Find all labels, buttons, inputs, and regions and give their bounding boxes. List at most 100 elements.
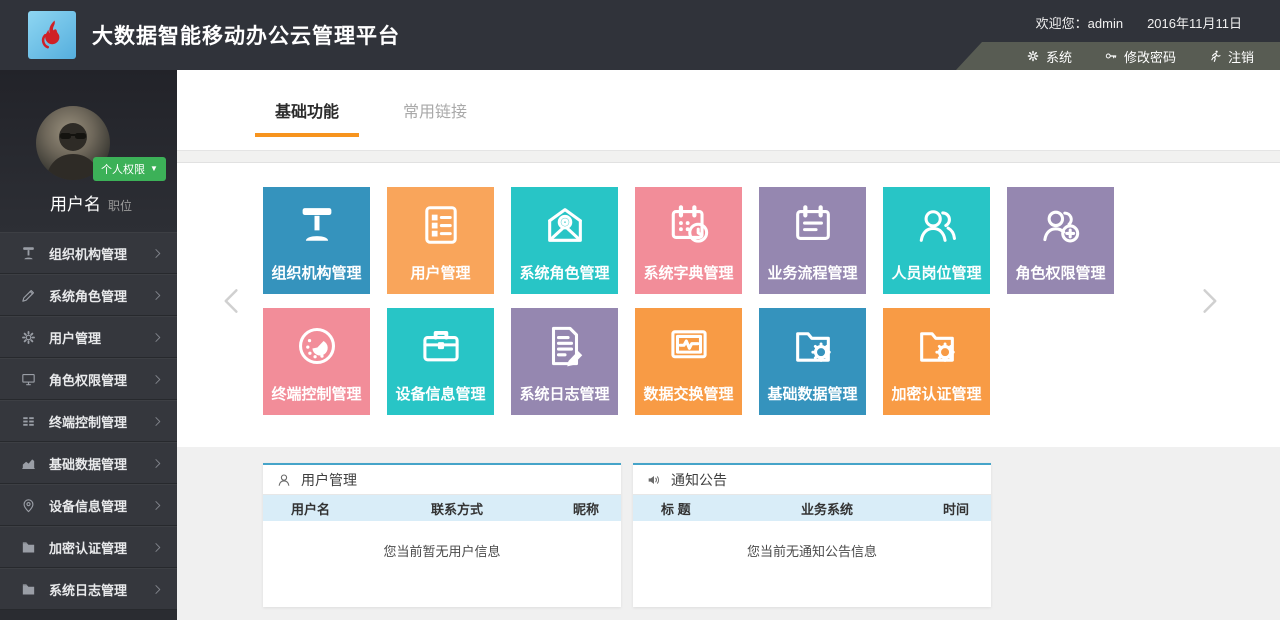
welcome-user-text: 欢迎您：admin: [1036, 13, 1123, 32]
feature-tile[interactable]: 人员岗位管理: [883, 187, 990, 294]
table-header-row: 标 题 业务系统 时间: [633, 495, 991, 521]
tile-label: 数据交换管理: [643, 383, 733, 404]
tile-icon: [418, 202, 464, 248]
header-action-icon: [1026, 49, 1040, 63]
tile-icon: [418, 323, 464, 369]
tab-label: 常用链接: [403, 98, 467, 122]
notice-panel: 通知公告 标 题 业务系统 时间 您当前无通知公告信息: [633, 463, 991, 607]
header-action-button[interactable]: 注销: [1208, 47, 1254, 66]
sidebar-menu-item[interactable]: 角色权限管理: [0, 358, 177, 400]
app-title: 大数据智能移动办公云管理平台: [92, 0, 400, 70]
feature-tile[interactable]: 角色权限管理: [1007, 187, 1114, 294]
panel-title: 用户管理: [301, 470, 357, 490]
header-action-label: 系统: [1046, 47, 1072, 66]
menu-item-icon: [20, 539, 37, 556]
menu-item-label: 角色权限管理: [49, 370, 152, 389]
tile-grid: 组织机构管理 用户管理 系统角色管理 系统字典管理 业务流程管理: [263, 187, 1114, 415]
tile-label: 系统日志管理: [519, 383, 609, 404]
tile-icon: [914, 323, 960, 369]
user-role: 职位: [108, 197, 132, 214]
chevron-right-icon: [152, 290, 163, 301]
tile-label: 用户管理: [410, 262, 470, 283]
panel-title: 通知公告: [671, 470, 727, 490]
feature-tile[interactable]: 系统角色管理: [511, 187, 618, 294]
bottom-section: 用户管理 用户名 联系方式 昵称 您当前暂无用户信息 通知公告 标 题: [177, 447, 1280, 620]
column-header: 业务系统: [749, 499, 905, 518]
feature-tile[interactable]: 终端控制管理: [263, 308, 370, 415]
tab-label: 基础功能: [275, 98, 339, 122]
sidebar-menu: 组织机构管理 系统角色管理 用户管理 角色权限管理 终端控制管理: [0, 232, 177, 610]
profile-section: 个人权限 ▼ 用户名 职位: [0, 70, 177, 232]
tab[interactable]: 基础功能: [275, 70, 339, 150]
tab-bar: 基础功能 常用链接: [177, 70, 1280, 150]
menu-item-label: 用户管理: [49, 328, 152, 347]
panel-header: 通知公告: [633, 465, 991, 495]
app-logo-flame-icon: [28, 11, 76, 59]
tab[interactable]: 常用链接: [403, 70, 467, 150]
menu-item-label: 系统角色管理: [49, 286, 152, 305]
header-action-icon: [1208, 49, 1222, 63]
tile-icon: [666, 202, 712, 248]
feature-tile[interactable]: 数据交换管理: [635, 308, 742, 415]
feature-tile[interactable]: 业务流程管理: [759, 187, 866, 294]
divider-strip: [177, 150, 1280, 163]
menu-item-icon: [20, 413, 37, 430]
username: 用户名: [50, 190, 101, 215]
menu-item-label: 基础数据管理: [49, 454, 152, 473]
feature-tile[interactable]: 系统日志管理: [511, 308, 618, 415]
sidebar-menu-item[interactable]: 系统角色管理: [0, 274, 177, 316]
menu-item-icon: [20, 581, 37, 598]
tile-label: 终端控制管理: [271, 383, 361, 404]
sidebar-menu-item[interactable]: 组织机构管理: [0, 232, 177, 274]
tile-icon: [914, 202, 960, 248]
tile-label: 基础数据管理: [767, 383, 857, 404]
feature-tile[interactable]: 组织机构管理: [263, 187, 370, 294]
header-action-button[interactable]: 系统: [1026, 47, 1072, 66]
menu-item-icon: [20, 497, 37, 514]
tile-icon: [542, 323, 588, 369]
panel-header: 用户管理: [263, 465, 621, 495]
header-actions-bar: 系统 修改密码 注销: [956, 42, 1280, 70]
tile-label: 系统字典管理: [643, 262, 733, 283]
table-body: 您当前无通知公告信息: [633, 521, 991, 560]
feature-tile[interactable]: 设备信息管理: [387, 308, 494, 415]
tile-label: 组织机构管理: [271, 262, 361, 283]
tile-icon: [294, 202, 340, 248]
carousel-next-button chevron-right-icon[interactable]: [1194, 275, 1224, 327]
tile-label: 系统角色管理: [519, 262, 609, 283]
sidebar-menu-item[interactable]: 设备信息管理: [0, 484, 177, 526]
feature-tile[interactable]: 基础数据管理: [759, 308, 866, 415]
header-action-button[interactable]: 修改密码: [1104, 47, 1176, 66]
tile-icon: [294, 323, 340, 369]
header-action-label: 注销: [1228, 47, 1254, 66]
column-header: 联系方式: [379, 499, 535, 518]
feature-tile[interactable]: 用户管理: [387, 187, 494, 294]
tile-icon: [790, 202, 836, 248]
empty-message: 您当前无通知公告信息: [747, 541, 877, 560]
chevron-right-icon: [152, 542, 163, 553]
tile-label: 角色权限管理: [1015, 262, 1105, 283]
sidebar-menu-item[interactable]: 用户管理: [0, 316, 177, 358]
feature-carousel: 组织机构管理 用户管理 系统角色管理 系统字典管理 业务流程管理: [177, 163, 1280, 447]
menu-item-label: 加密认证管理: [49, 538, 152, 557]
empty-message: 您当前暂无用户信息: [383, 541, 500, 560]
feature-tile[interactable]: 加密认证管理: [883, 308, 990, 415]
menu-item-icon: [20, 245, 37, 262]
top-header: 大数据智能移动办公云管理平台 欢迎您：admin 2016年11月11日 系统 …: [0, 0, 1280, 70]
feature-tile[interactable]: 系统字典管理: [635, 187, 742, 294]
chevron-right-icon: [152, 374, 163, 385]
menu-item-icon: [20, 455, 37, 472]
main-content: 基础功能 常用链接 组织机构管理 用户管理 系统角色管理: [177, 70, 1280, 620]
header-action-label: 修改密码: [1124, 47, 1176, 66]
sidebar-menu-item[interactable]: 终端控制管理: [0, 400, 177, 442]
menu-item-icon: [20, 371, 37, 388]
sidebar-menu-item[interactable]: 加密认证管理: [0, 526, 177, 568]
menu-item-label: 组织机构管理: [49, 244, 152, 263]
tile-icon: [1038, 202, 1084, 248]
sidebar-menu-item[interactable]: 系统日志管理: [0, 568, 177, 610]
tile-label: 业务流程管理: [767, 262, 857, 283]
carousel-prev-button chevron-left-icon[interactable]: [217, 275, 247, 327]
sidebar-menu-item[interactable]: 基础数据管理: [0, 442, 177, 484]
tile-icon: [542, 202, 588, 248]
permission-badge[interactable]: 个人权限 ▼: [93, 157, 166, 181]
